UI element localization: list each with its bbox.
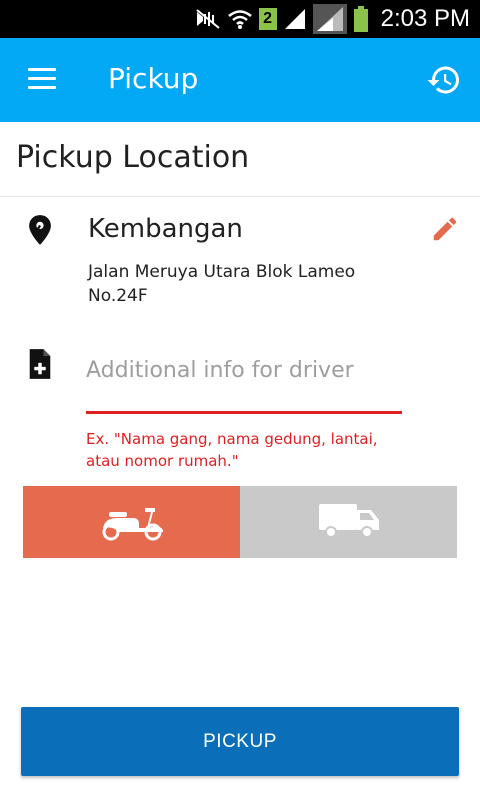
wifi-icon: [227, 8, 253, 30]
place-name: Kembangan: [88, 214, 243, 244]
van-option-button[interactable]: [240, 486, 457, 558]
status-bar: 2 2:03 PM: [0, 0, 480, 38]
scooter-option-button[interactable]: [23, 486, 240, 558]
app-title: Pickup: [108, 62, 199, 95]
status-time: 2:03 PM: [380, 5, 470, 32]
place-address: Jalan Meruya Utara Blok Lameo No.24F: [88, 262, 356, 306]
signal-2-icon: [312, 4, 347, 34]
mute-icon: [195, 8, 221, 30]
app-bar: Pickup: [0, 38, 480, 122]
pickup-button[interactable]: PICKUP: [21, 707, 459, 776]
sim-badge: 2: [258, 8, 277, 30]
history-icon[interactable]: [426, 62, 462, 98]
hamburger-menu-icon[interactable]: [28, 68, 56, 90]
location-pin-icon: [26, 214, 54, 246]
battery-icon: [353, 6, 369, 32]
input-hint: Ex. "Nama gang, nama gedung, lantai, ata…: [86, 430, 378, 470]
van-icon: [317, 498, 381, 546]
signal-icon: [283, 7, 307, 31]
edit-location-icon[interactable]: [430, 214, 460, 244]
page-title: Pickup Location: [16, 140, 250, 175]
additional-info-input[interactable]: [86, 344, 402, 414]
divider: [0, 196, 480, 197]
add-note-icon: [26, 348, 54, 380]
scooter-icon: [99, 498, 165, 546]
vehicle-selector: [23, 486, 457, 558]
